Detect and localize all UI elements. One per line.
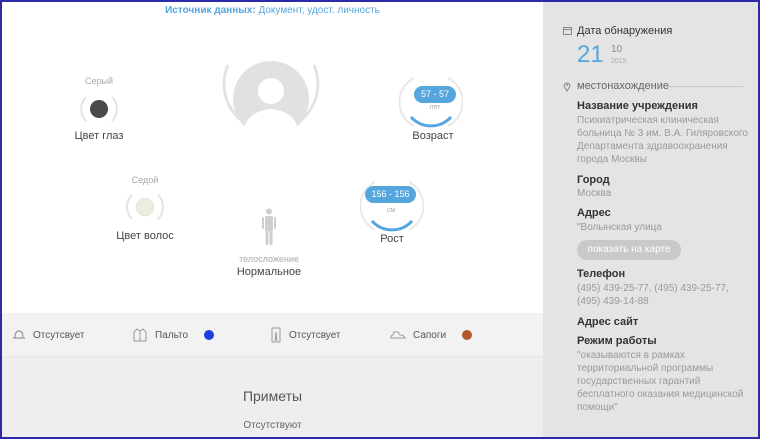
data-source-label: Источник данных:	[165, 5, 256, 16]
boot-icon	[390, 331, 406, 339]
signs-title: Приметы	[242, 388, 303, 404]
data-source: Источник данных: Документ, удост. личнос…	[2, 5, 543, 16]
phone-value: (495) 439-25-77, (495) 439-25-77, (495) …	[577, 283, 729, 307]
date-title: Дата обнаружения	[577, 25, 673, 37]
hair-color-swatch	[126, 194, 164, 220]
body-figure-icon	[262, 208, 276, 245]
show-on-map-button[interactable]: показать на карте	[577, 240, 681, 260]
clothing-item-trousers: Отсутсвует	[270, 313, 341, 357]
hours-label: Режим работы	[577, 335, 657, 347]
institution-label: Название учреждения	[577, 100, 698, 112]
eye-color-swatch	[80, 96, 118, 122]
profile-panel: Источник данных: Документ, удост. личнос…	[2, 2, 543, 313]
age-unit: лет	[429, 104, 441, 111]
hours-value: "оказываются в рамках территориальной пр…	[577, 350, 744, 413]
coat-color-dot	[204, 330, 215, 340]
clothing-item-hat: Отсутсвует	[12, 313, 85, 357]
signs-section: Приметы Отсутствуют	[2, 357, 543, 437]
hat-icon	[13, 330, 25, 339]
calendar-icon	[563, 27, 572, 35]
eye-color-label: Цвет глаз	[74, 130, 124, 142]
height-value: 156 - 156	[365, 186, 416, 203]
trousers-icon	[271, 327, 281, 343]
location-divider	[667, 86, 743, 87]
clothing-item-coat: Пальто	[132, 313, 215, 357]
clothing-item-boots: Сапоги	[390, 313, 473, 357]
institution-value: Психиатрическая клиническая больница № 3…	[577, 115, 748, 165]
height-label: Рост	[380, 233, 404, 245]
height-unit: см	[386, 207, 396, 214]
phone-label: Телефон	[577, 268, 626, 280]
location-pin-icon	[563, 82, 571, 92]
age-value: 57 - 57	[414, 86, 456, 103]
date-year: 2015	[611, 58, 627, 65]
boots-color-dot	[462, 330, 473, 340]
date-month: 10	[611, 44, 623, 55]
eye-color-value: Серый	[84, 76, 113, 86]
clothing-item-label: Сапоги	[413, 329, 447, 341]
location-title: местонахождение	[577, 80, 670, 92]
signs-value: Отсутствуют	[243, 420, 302, 431]
age-label: Возраст	[412, 130, 454, 142]
website-label: Адрес сайт	[577, 316, 639, 328]
coat-icon	[133, 328, 147, 342]
avatar	[222, 61, 320, 141]
build-caption: телосложение	[239, 254, 299, 264]
city-label: Город	[577, 174, 610, 186]
clothing-bar: Отсутсвует Пальто Отсутсвует Сапоги	[2, 313, 543, 357]
hair-color-value: Седой	[131, 175, 159, 185]
address-value: "Волынская улица	[577, 222, 662, 233]
data-source-value: Документ, удост. личность	[258, 5, 380, 16]
info-sidebar: Дата обнаружения 21 10 2015 местонахожде…	[543, 2, 758, 437]
clothing-item-label: Отсутсвует	[33, 329, 85, 341]
date-day: 21	[577, 41, 604, 68]
clothing-item-label: Отсутсвует	[289, 329, 341, 341]
build-value: Нормальное	[236, 266, 302, 278]
hair-color-label: Цвет волос	[116, 230, 174, 242]
address-label: Адрес	[577, 207, 611, 219]
city-value: Москва	[577, 188, 612, 199]
clothing-item-label: Пальто	[155, 329, 189, 341]
